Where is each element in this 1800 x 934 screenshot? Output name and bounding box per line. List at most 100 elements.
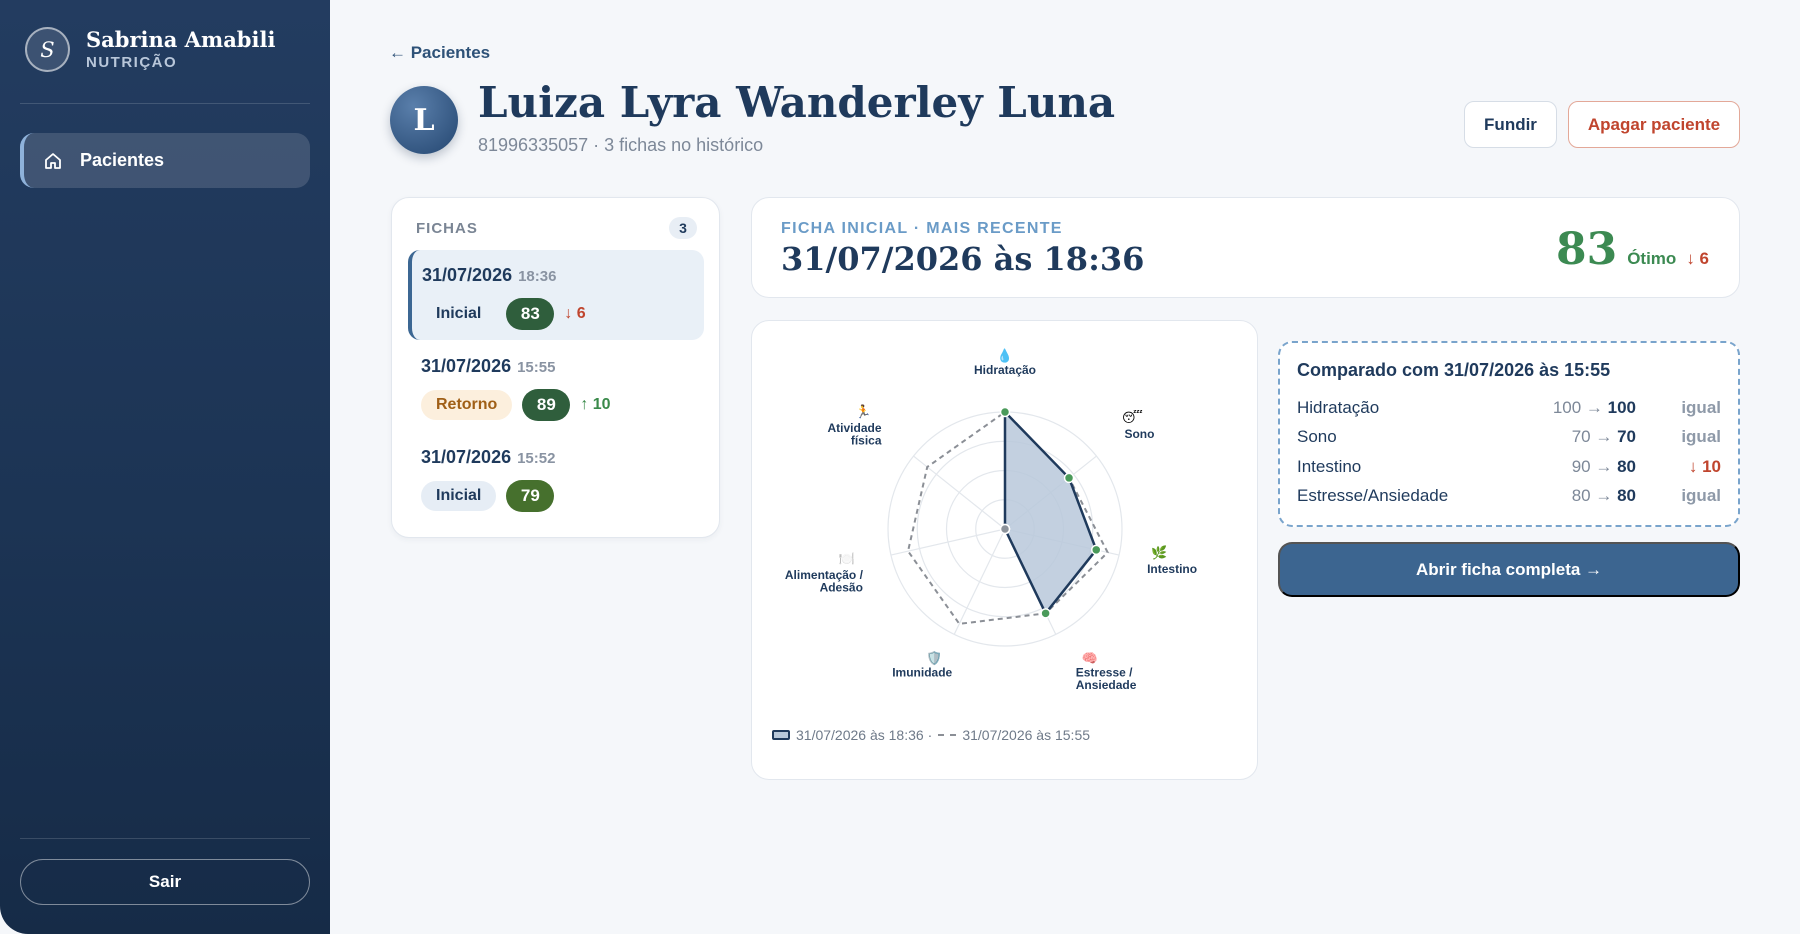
radar-axis-icon: 🏃 bbox=[855, 404, 871, 420]
legend-swatch-current bbox=[772, 730, 790, 740]
comparison-values: 100 → 100 bbox=[1506, 398, 1636, 418]
merge-button[interactable]: Fundir bbox=[1464, 101, 1557, 148]
current-score-label: Ótimo bbox=[1627, 249, 1677, 268]
comparison-row: Estresse/Ansiedade 80 → 80 igual bbox=[1297, 482, 1721, 512]
radar-data-point bbox=[1091, 544, 1102, 556]
comparison-new-value: 80 bbox=[1617, 456, 1636, 476]
radar-axis-label: Hidratação bbox=[974, 363, 1036, 377]
comparison-row: Intestino 90 → 80 ↓ 10 bbox=[1297, 452, 1721, 482]
comparison-values: 70 → 70 bbox=[1506, 427, 1636, 447]
radar-axis-icon: 💧 bbox=[997, 348, 1013, 364]
radar-axis-icon: 🧠 bbox=[1082, 651, 1098, 666]
ficha-score-delta: ↓ 6 bbox=[564, 305, 586, 322]
radar-data-point bbox=[1063, 472, 1075, 484]
ficha-score-badge: 83 bbox=[506, 298, 555, 330]
radar-axis-icon: 🌿 bbox=[1151, 545, 1167, 561]
radar-axis-label: Ansiedade bbox=[1076, 678, 1137, 692]
sidebar-divider bbox=[20, 103, 310, 104]
patient-meta: 81996335057 · 3 fichas no histórico bbox=[478, 135, 764, 155]
ficha-time: 15:55 bbox=[517, 359, 556, 376]
ficha-item[interactable]: 31/07/2026 15:52 Inicial 79 bbox=[408, 432, 704, 522]
radar-chart-card: 💧 Hidratação 😴 Sono 🌿 Intestino 🧠 Estresse / Ans… bbox=[751, 320, 1258, 780]
ficha-date: 31/07/2026 bbox=[422, 265, 513, 285]
brand-name: Sabrina Amabili bbox=[86, 26, 276, 52]
comparison-label: Intestino bbox=[1297, 456, 1362, 476]
radar-axis-label: Adesão bbox=[820, 581, 863, 595]
comparison-values: 80 → 80 bbox=[1506, 486, 1636, 506]
ficha-date: 31/07/2026 bbox=[421, 447, 512, 467]
comparison-old-value: 90 → bbox=[1571, 456, 1618, 476]
comparison-values: 90 → 80 bbox=[1506, 457, 1636, 477]
comparison-label: Sono bbox=[1297, 427, 1337, 447]
sidebar-item-label: Pacientes bbox=[80, 150, 165, 170]
radar-axis-icon: 🍽️ bbox=[839, 552, 855, 567]
legend-label-current: 31/07/2026 às 18:36 bbox=[796, 727, 924, 743]
ficha-type-badge: Retorno bbox=[421, 390, 513, 420]
legend-separator: · bbox=[927, 727, 933, 743]
radar-axis-line bbox=[953, 528, 1006, 635]
brand: S Sabrina Amabili NUTRIÇÃO bbox=[25, 27, 275, 72]
comparison-new-value: 70 bbox=[1617, 427, 1636, 447]
radar-axis-label: física bbox=[851, 434, 882, 448]
patient-name: Luiza Lyra Wanderley Luna bbox=[478, 78, 1116, 127]
ficha-type-badge: Inicial bbox=[436, 305, 482, 322]
delete-patient-button[interactable]: Apagar paciente bbox=[1568, 101, 1740, 148]
fichas-title: FICHAS bbox=[416, 219, 478, 237]
radar-data-point bbox=[999, 406, 1011, 418]
ficha-score-delta: ↑ 10 bbox=[580, 396, 611, 413]
brand-subtitle: NUTRIÇÃO bbox=[86, 53, 178, 71]
radar-axis-label: Intestino bbox=[1147, 562, 1197, 576]
legend-label-previous: 31/07/2026 às 15:55 bbox=[962, 727, 1091, 743]
comparison-old-value: 80 → bbox=[1571, 486, 1618, 506]
legend-swatch-previous bbox=[938, 734, 957, 736]
ficha-time: 15:52 bbox=[517, 450, 556, 467]
ficha-score-badge: 79 bbox=[506, 480, 555, 512]
back-to-pacientes-link[interactable]: ← Pacientes bbox=[389, 43, 490, 63]
radar-axis-label: Imunidade bbox=[892, 665, 952, 679]
ficha-item[interactable]: 31/07/2026 15:55 Retorno 89 ↑ 10 bbox=[408, 341, 704, 431]
comparison-row: Sono 70 → 70 igual bbox=[1297, 423, 1721, 453]
radar-axis-icon: 😴 bbox=[1122, 410, 1143, 426]
comparison-old-value: 70 → bbox=[1571, 427, 1618, 447]
comparison-status: ↓ 10 bbox=[1688, 456, 1721, 476]
sidebar-divider bbox=[20, 838, 310, 839]
home-icon bbox=[42, 150, 64, 172]
current-score-delta: ↓ 6 bbox=[1686, 249, 1709, 268]
current-score: 83 Ótimo ↓ 6 bbox=[1556, 224, 1709, 275]
open-full-ficha-button[interactable]: Abrir ficha completa → bbox=[1278, 542, 1740, 597]
sidebar: S Sabrina Amabili NUTRIÇÃO Pacientes Sai… bbox=[0, 0, 330, 934]
comparison-row: Hidratação 100 → 100 igual bbox=[1297, 393, 1721, 423]
comparison-new-value: 80 bbox=[1617, 486, 1636, 506]
radar-data-point bbox=[999, 523, 1011, 535]
comparison-status: igual bbox=[1681, 427, 1721, 447]
logout-button[interactable]: Sair bbox=[20, 859, 310, 905]
comparison-status: igual bbox=[1681, 397, 1721, 417]
radar-axis-icon: 🛡️ bbox=[926, 650, 942, 666]
radar-axis-label: Sono bbox=[1124, 427, 1154, 441]
fichas-panel: FICHAS 3 31/07/2026 18:36 Inicial 83 ↓ 6 … bbox=[391, 197, 720, 538]
current-score-value: 83 bbox=[1555, 224, 1618, 275]
ficha-type-badge: Inicial bbox=[421, 481, 497, 511]
comparison-status: igual bbox=[1681, 486, 1721, 506]
comparison-old-value: 100 → bbox=[1552, 397, 1608, 417]
comparison-label: Hidratação bbox=[1297, 397, 1380, 417]
comparison-new-value: 100 bbox=[1607, 397, 1636, 417]
chart-legend: 31/07/2026 às 18:36 · 31/07/2026 às 15:5… bbox=[772, 727, 1090, 743]
ficha-score-badge: 89 bbox=[522, 389, 571, 421]
current-ficha-label: FICHA INICIAL · MAIS RECENTE bbox=[781, 220, 1063, 237]
ficha-date: 31/07/2026 bbox=[421, 356, 512, 376]
comparison-label: Estresse/Ansiedade bbox=[1297, 486, 1449, 506]
patient-avatar: L bbox=[390, 86, 458, 154]
comparison-title: Comparado com 31/07/2026 às 15:55 bbox=[1297, 360, 1611, 380]
radar-axis-line bbox=[890, 528, 1006, 556]
comparison-card: Comparado com 31/07/2026 às 15:55 Hidrat… bbox=[1278, 341, 1740, 527]
ficha-time: 18:36 bbox=[518, 268, 557, 285]
ficha-item[interactable]: 31/07/2026 18:36 Inicial 83 ↓ 6 bbox=[408, 250, 704, 340]
current-ficha-header: FICHA INICIAL · MAIS RECENTE 31/07/2026 … bbox=[751, 197, 1740, 298]
brand-logo: S bbox=[25, 27, 70, 72]
current-ficha-date: 31/07/2026 às 18:36 bbox=[781, 240, 1145, 278]
sidebar-item-pacientes[interactable]: Pacientes bbox=[20, 133, 310, 188]
fichas-count-badge: 3 bbox=[669, 217, 697, 239]
radar-chart: 💧Hidratação😴Sono🌿Intestino🧠Estresse /Ans… bbox=[785, 348, 1197, 692]
radar-data-point bbox=[1040, 608, 1051, 619]
